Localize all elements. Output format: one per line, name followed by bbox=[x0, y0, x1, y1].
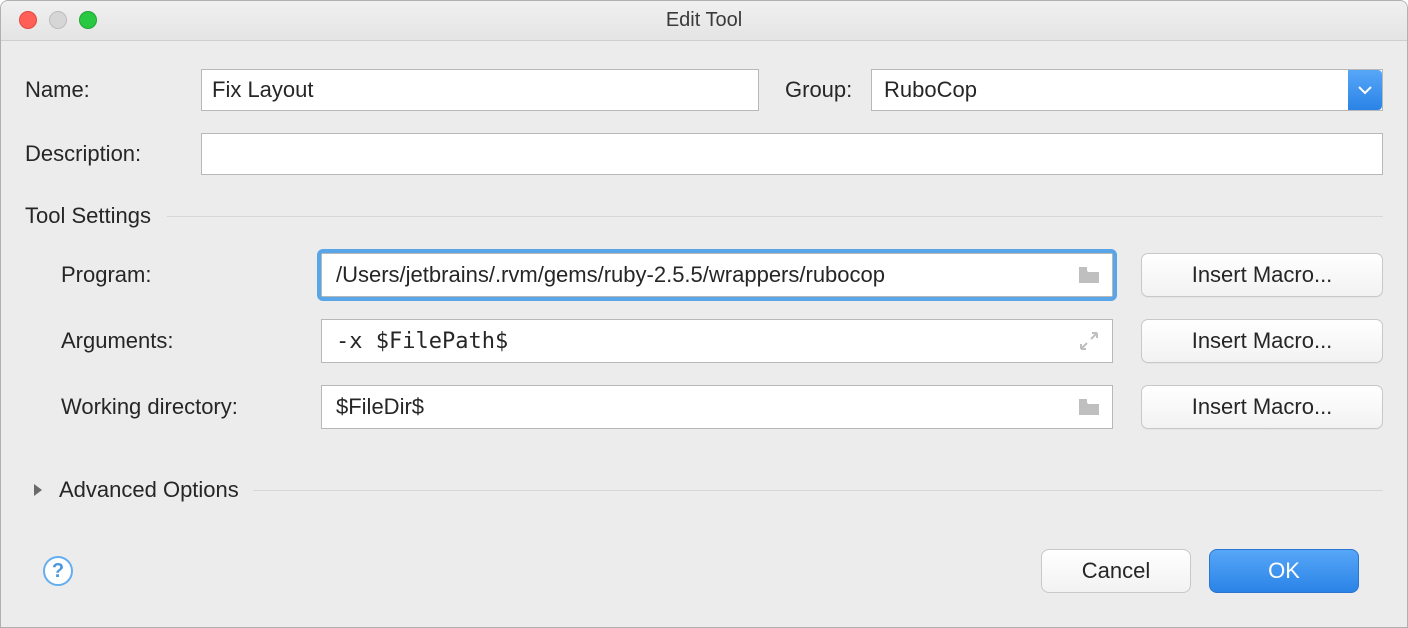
program-label: Program: bbox=[25, 262, 321, 288]
dialog-content: Name: Group: RuboCop Description: Tool S… bbox=[1, 41, 1407, 627]
divider bbox=[253, 490, 1383, 491]
tool-settings-label: Tool Settings bbox=[25, 203, 151, 229]
tool-settings-section-header: Tool Settings bbox=[25, 203, 1383, 229]
name-label: Name: bbox=[25, 77, 201, 103]
advanced-options-label: Advanced Options bbox=[59, 477, 239, 503]
close-window-button[interactable] bbox=[19, 11, 37, 29]
cancel-button[interactable]: Cancel bbox=[1041, 549, 1191, 593]
description-label: Description: bbox=[25, 141, 201, 167]
window-controls bbox=[19, 11, 97, 29]
arguments-row: Arguments: Insert Macro... bbox=[25, 319, 1383, 363]
arguments-field bbox=[321, 319, 1113, 363]
edit-tool-dialog: Edit Tool Name: Group: RuboCop Descripti… bbox=[0, 0, 1408, 628]
working-directory-row: Working directory: Insert Macro... bbox=[25, 385, 1383, 429]
zoom-window-button[interactable] bbox=[79, 11, 97, 29]
working-directory-label: Working directory: bbox=[25, 394, 321, 420]
group-combobox[interactable]: RuboCop bbox=[871, 69, 1383, 111]
chevron-down-icon[interactable] bbox=[1348, 70, 1382, 110]
program-row: Program: Insert Macro... bbox=[25, 253, 1383, 297]
expand-icon[interactable] bbox=[1074, 326, 1104, 356]
name-input[interactable] bbox=[201, 69, 759, 111]
description-input[interactable] bbox=[201, 133, 1383, 175]
disclosure-triangle-icon[interactable] bbox=[31, 481, 45, 499]
dialog-footer: ? Cancel OK bbox=[25, 539, 1383, 611]
insert-macro-arguments-button[interactable]: Insert Macro... bbox=[1141, 319, 1383, 363]
insert-macro-program-button[interactable]: Insert Macro... bbox=[1141, 253, 1383, 297]
arguments-label: Arguments: bbox=[25, 328, 321, 354]
group-label: Group: bbox=[759, 77, 871, 103]
title-bar: Edit Tool bbox=[1, 1, 1407, 41]
working-directory-input[interactable] bbox=[334, 386, 1074, 428]
browse-folder-icon[interactable] bbox=[1074, 392, 1104, 422]
advanced-options-header[interactable]: Advanced Options bbox=[25, 477, 1383, 503]
program-input[interactable] bbox=[334, 254, 1074, 296]
working-directory-field bbox=[321, 385, 1113, 429]
help-button[interactable]: ? bbox=[43, 556, 73, 586]
arguments-input[interactable] bbox=[334, 320, 1074, 362]
insert-macro-workdir-button[interactable]: Insert Macro... bbox=[1141, 385, 1383, 429]
divider bbox=[167, 216, 1383, 217]
group-combobox-value: RuboCop bbox=[872, 70, 1348, 110]
minimize-window-button bbox=[49, 11, 67, 29]
ok-button[interactable]: OK bbox=[1209, 549, 1359, 593]
description-row: Description: bbox=[25, 133, 1383, 175]
name-group-row: Name: Group: RuboCop bbox=[25, 69, 1383, 111]
program-field bbox=[321, 253, 1113, 297]
browse-folder-icon[interactable] bbox=[1074, 260, 1104, 290]
window-title: Edit Tool bbox=[666, 9, 742, 32]
